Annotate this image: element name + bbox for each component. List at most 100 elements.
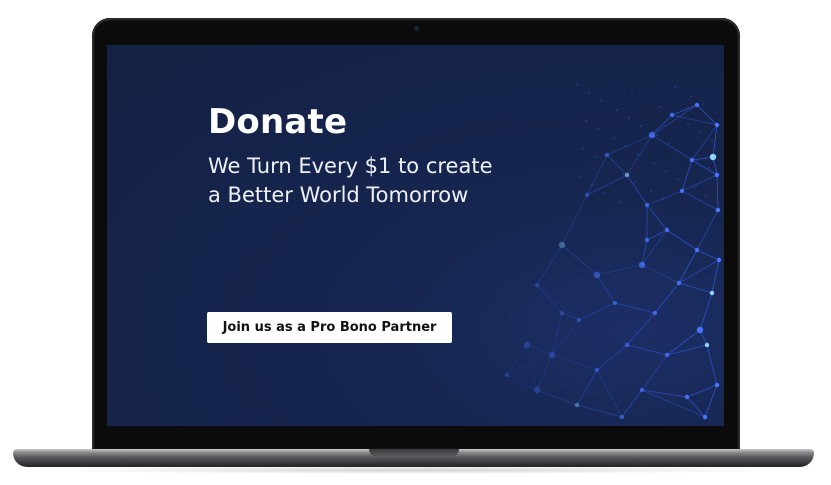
mesh-node <box>664 352 670 358</box>
mesh-link <box>578 302 616 321</box>
mesh-node <box>694 102 700 108</box>
mesh-particle <box>579 176 581 178</box>
mesh-particle <box>699 131 701 133</box>
mesh-link <box>596 274 616 304</box>
mesh-particle <box>677 178 679 180</box>
mesh-node <box>594 367 600 373</box>
mesh-link <box>551 354 598 371</box>
mesh-node <box>574 402 580 408</box>
mesh-particle <box>656 134 658 136</box>
mesh-node <box>533 386 541 394</box>
mesh-particle <box>628 117 630 119</box>
mesh-particle <box>708 167 710 169</box>
mesh-link <box>681 190 719 211</box>
mesh-link <box>681 174 718 192</box>
mesh-particle <box>597 128 599 130</box>
mesh-node <box>576 317 582 323</box>
mesh-particle <box>640 125 642 127</box>
mesh-link <box>561 312 580 321</box>
laptop-base <box>13 449 814 467</box>
mesh-link <box>666 229 698 251</box>
mesh-link <box>691 159 718 176</box>
mesh-node <box>523 341 531 349</box>
mesh-particle <box>702 103 704 105</box>
mesh-link <box>651 134 693 161</box>
mesh-node <box>679 188 685 194</box>
mesh-node <box>619 414 625 420</box>
mesh-particle <box>631 89 633 91</box>
mesh-particle <box>671 114 673 116</box>
mesh-particle <box>662 198 664 200</box>
mesh-link <box>671 114 718 126</box>
hero-subtitle-line-2: a Better World Tomorrow <box>208 183 469 207</box>
mesh-link <box>651 114 673 136</box>
mesh-particle <box>588 92 590 94</box>
mesh-node <box>648 131 656 139</box>
mesh-node <box>624 342 630 348</box>
mesh-link <box>506 374 538 391</box>
mesh-node <box>714 122 720 128</box>
mesh-link <box>536 284 563 314</box>
mesh-node <box>689 157 695 163</box>
mesh-node <box>702 414 708 420</box>
mesh-link <box>536 284 580 321</box>
mesh-link <box>696 209 719 251</box>
mesh-particle <box>591 184 593 186</box>
mesh-link <box>596 344 628 371</box>
mesh-particle <box>659 106 661 108</box>
mesh-link <box>641 354 668 391</box>
mesh-particle <box>674 86 676 88</box>
mesh-particle <box>622 173 624 175</box>
hero-subtitle: We Turn Every $1 to create a Better Worl… <box>208 152 538 210</box>
mesh-node <box>624 172 630 178</box>
laptop-mockup: Donate We Turn Every $1 to create a Bett… <box>0 0 831 485</box>
mesh-link <box>626 344 668 356</box>
mesh-node <box>644 237 650 243</box>
mesh-link <box>536 244 563 286</box>
mesh-node <box>694 247 700 253</box>
mesh-particle <box>637 153 639 155</box>
mesh-particle <box>613 137 615 139</box>
mesh-link <box>561 194 588 246</box>
mesh-node <box>652 310 658 316</box>
mesh-node <box>639 387 645 393</box>
mesh-link <box>561 244 598 276</box>
mesh-link <box>686 384 718 398</box>
mesh-link <box>646 204 668 231</box>
mesh-link <box>654 282 680 314</box>
laptop-shadow <box>40 466 791 474</box>
mesh-node <box>504 372 510 378</box>
mesh-link <box>586 174 628 196</box>
join-pro-bono-button[interactable]: Join us as a Pro Bono Partner <box>207 312 452 343</box>
mesh-node <box>604 152 610 158</box>
mesh-link <box>646 229 668 241</box>
mesh-particle <box>576 84 578 86</box>
mesh-node <box>709 290 715 296</box>
mesh-particle <box>619 201 621 203</box>
mesh-particle <box>582 148 584 150</box>
mesh-particle <box>585 120 587 122</box>
mesh-link <box>686 396 706 418</box>
mesh-particle <box>616 109 618 111</box>
laptop-notch <box>369 449 459 457</box>
mesh-particle <box>693 187 695 189</box>
mesh-node <box>664 227 670 233</box>
webcam-icon <box>414 26 419 31</box>
mesh-link <box>646 190 683 206</box>
mesh-link <box>704 384 718 418</box>
mesh-node <box>612 300 618 306</box>
mesh-link <box>536 389 578 406</box>
mesh-link <box>626 312 656 346</box>
mesh-particle <box>594 156 596 158</box>
mesh-link <box>641 264 680 284</box>
mesh-node <box>584 192 590 198</box>
mesh-particle <box>690 95 692 97</box>
mesh-particle <box>711 139 713 141</box>
mesh-node <box>715 207 721 213</box>
mesh-particle <box>705 195 707 197</box>
mesh-node <box>696 326 704 334</box>
mesh-node <box>644 202 650 208</box>
mesh-particle <box>603 192 605 194</box>
mesh-link <box>621 389 643 418</box>
mesh-link <box>606 154 628 176</box>
